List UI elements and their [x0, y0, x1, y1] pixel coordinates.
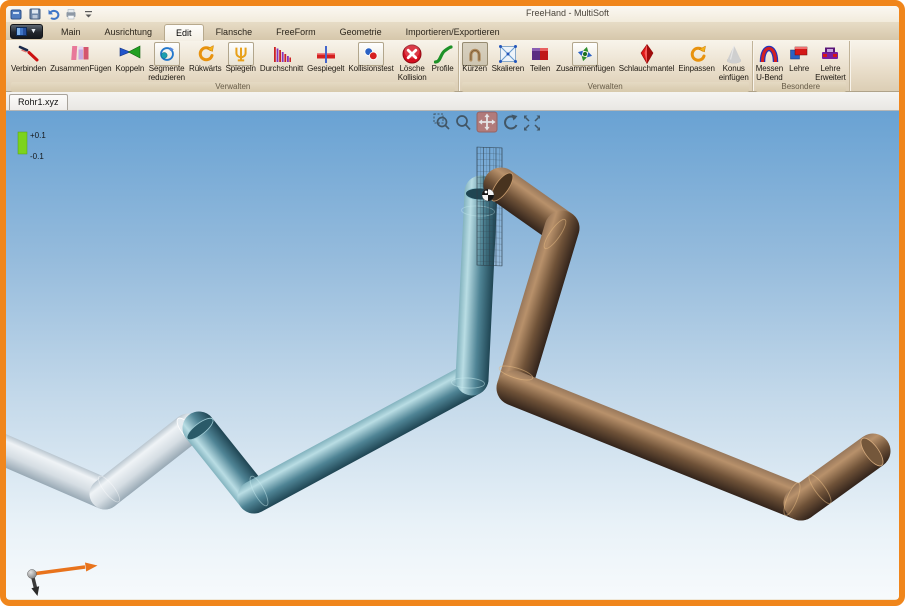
- button-skalieren[interactable]: Skalieren: [490, 41, 526, 74]
- button-spiegeln[interactable]: Spiegeln: [224, 41, 258, 74]
- group-label: Besondere: [756, 82, 846, 92]
- cone-insert-icon: [722, 42, 746, 65]
- button-kollisionstest[interactable]: Kollisionstest: [346, 41, 395, 74]
- tab-ausrichtung[interactable]: Ausrichtung: [93, 23, 165, 40]
- save-icon[interactable]: [27, 7, 42, 21]
- button-verbinden[interactable]: Verbinden: [9, 41, 48, 74]
- measure-ubend-icon: [757, 42, 781, 65]
- reverse-icon: [193, 42, 217, 65]
- scale-icon: [496, 42, 520, 65]
- document-tab-strip: Rohr1.xyz: [6, 92, 899, 111]
- hose-jacket-icon: [635, 42, 659, 65]
- tab-flansche[interactable]: Flansche: [204, 23, 265, 40]
- group-label: Verwalten: [462, 82, 749, 92]
- button-konus-einfuegen[interactable]: Konus einfügen: [717, 41, 751, 82]
- qat-dropdown-icon[interactable]: [81, 7, 96, 21]
- button-lehre[interactable]: Lehre: [785, 41, 813, 74]
- button-segmente-reduzieren[interactable]: Segmente reduzieren: [146, 41, 187, 82]
- delete-collision-icon: [400, 42, 424, 65]
- ribbon-group-verwalten-2: Kürzen Skalieren Teilen Zusammenfügen Sc…: [459, 41, 753, 91]
- reduce-segments-icon: [154, 42, 180, 66]
- ribbon-group-verwalten-1: Verbinden ZusammenFügen Koppeln Segmente…: [8, 41, 459, 91]
- button-einpassen[interactable]: Einpassen: [676, 41, 716, 74]
- ribbon: Verbinden ZusammenFügen Koppeln Segmente…: [6, 40, 899, 92]
- legend-max-label: +0.1: [30, 131, 46, 140]
- connect-icon: [17, 42, 41, 65]
- legend-min-label: -0.1: [30, 152, 44, 161]
- viewport-3d-canvas[interactable]: +0.1 -0.1: [6, 111, 899, 599]
- legend-color-bar: [18, 132, 27, 154]
- button-lehre-erweitert[interactable]: Lehre Erweitert: [813, 41, 848, 82]
- button-ruekwaerts[interactable]: Rükwärts: [187, 41, 224, 74]
- button-profile[interactable]: Profile: [429, 41, 457, 74]
- chevron-down-icon: ▼: [30, 28, 37, 35]
- button-schlauchmantel[interactable]: Schlauchmantel: [617, 41, 677, 74]
- split-icon: [528, 42, 552, 65]
- ribbon-tab-strip: ▼ Main Ausrichtung Edit Flansche FreeFor…: [6, 22, 899, 40]
- tab-geometrie[interactable]: Geometrie: [328, 23, 394, 40]
- tab-edit[interactable]: Edit: [164, 24, 204, 41]
- measure-grid-plane: [477, 147, 502, 266]
- tab-main[interactable]: Main: [49, 23, 93, 40]
- button-koppeln[interactable]: Koppeln: [114, 41, 147, 74]
- document-tab-rohr1[interactable]: Rohr1.xyz: [9, 94, 68, 110]
- gauge-extended-icon: [818, 42, 842, 65]
- merge-icon: [69, 42, 93, 65]
- button-zusammenfuegen-2[interactable]: Zusammenfügen: [554, 41, 617, 74]
- tab-freeform[interactable]: FreeForm: [264, 23, 328, 40]
- join-icon: [572, 42, 598, 66]
- cross-section-icon: [270, 42, 294, 65]
- profile-icon: [431, 42, 455, 65]
- window-title: FreeHand - MultiSoft: [526, 8, 609, 18]
- gauge-icon: [787, 42, 811, 65]
- app-window: FreeHand - MultiSoft ▼ Main Ausrichtung …: [0, 0, 905, 606]
- mirror-icon: [228, 42, 254, 66]
- tab-importieren-exportieren[interactable]: Importieren/Exportieren: [394, 23, 512, 40]
- ribbon-group-besondere: Messen U-Bend Lehre Lehre Erweitert Beso…: [753, 41, 850, 91]
- app-icon[interactable]: [9, 7, 24, 21]
- collision-test-icon: [358, 42, 384, 66]
- button-durchschnitt[interactable]: Durchschnitt: [258, 41, 305, 74]
- sphere-marker: [482, 189, 494, 201]
- group-label: Verwalten: [11, 82, 455, 92]
- couple-icon: [118, 42, 142, 65]
- trim-icon: [462, 42, 488, 66]
- button-kuerzen[interactable]: Kürzen: [460, 41, 490, 74]
- pan-icon[interactable]: [477, 112, 497, 132]
- viewport-background: [6, 111, 899, 599]
- button-zusammenfuegen-1[interactable]: ZusammenFügen: [48, 41, 113, 74]
- application-menu-button[interactable]: ▼: [10, 24, 43, 39]
- button-gespiegelt[interactable]: Gespiegelt: [305, 41, 346, 74]
- button-loesche-kollision[interactable]: Lösche Kollision: [396, 41, 429, 82]
- undo-icon[interactable]: [45, 7, 60, 21]
- mirrored-icon: [314, 42, 338, 65]
- button-teilen[interactable]: Teilen: [526, 41, 554, 74]
- print-icon[interactable]: [63, 7, 78, 21]
- application-menu-icon: [16, 27, 27, 36]
- button-messen-ubend[interactable]: Messen U-Bend: [754, 41, 785, 82]
- title-bar: FreeHand - MultiSoft: [6, 6, 899, 22]
- quick-access-toolbar: [9, 7, 96, 21]
- fit-in-icon: [685, 42, 709, 65]
